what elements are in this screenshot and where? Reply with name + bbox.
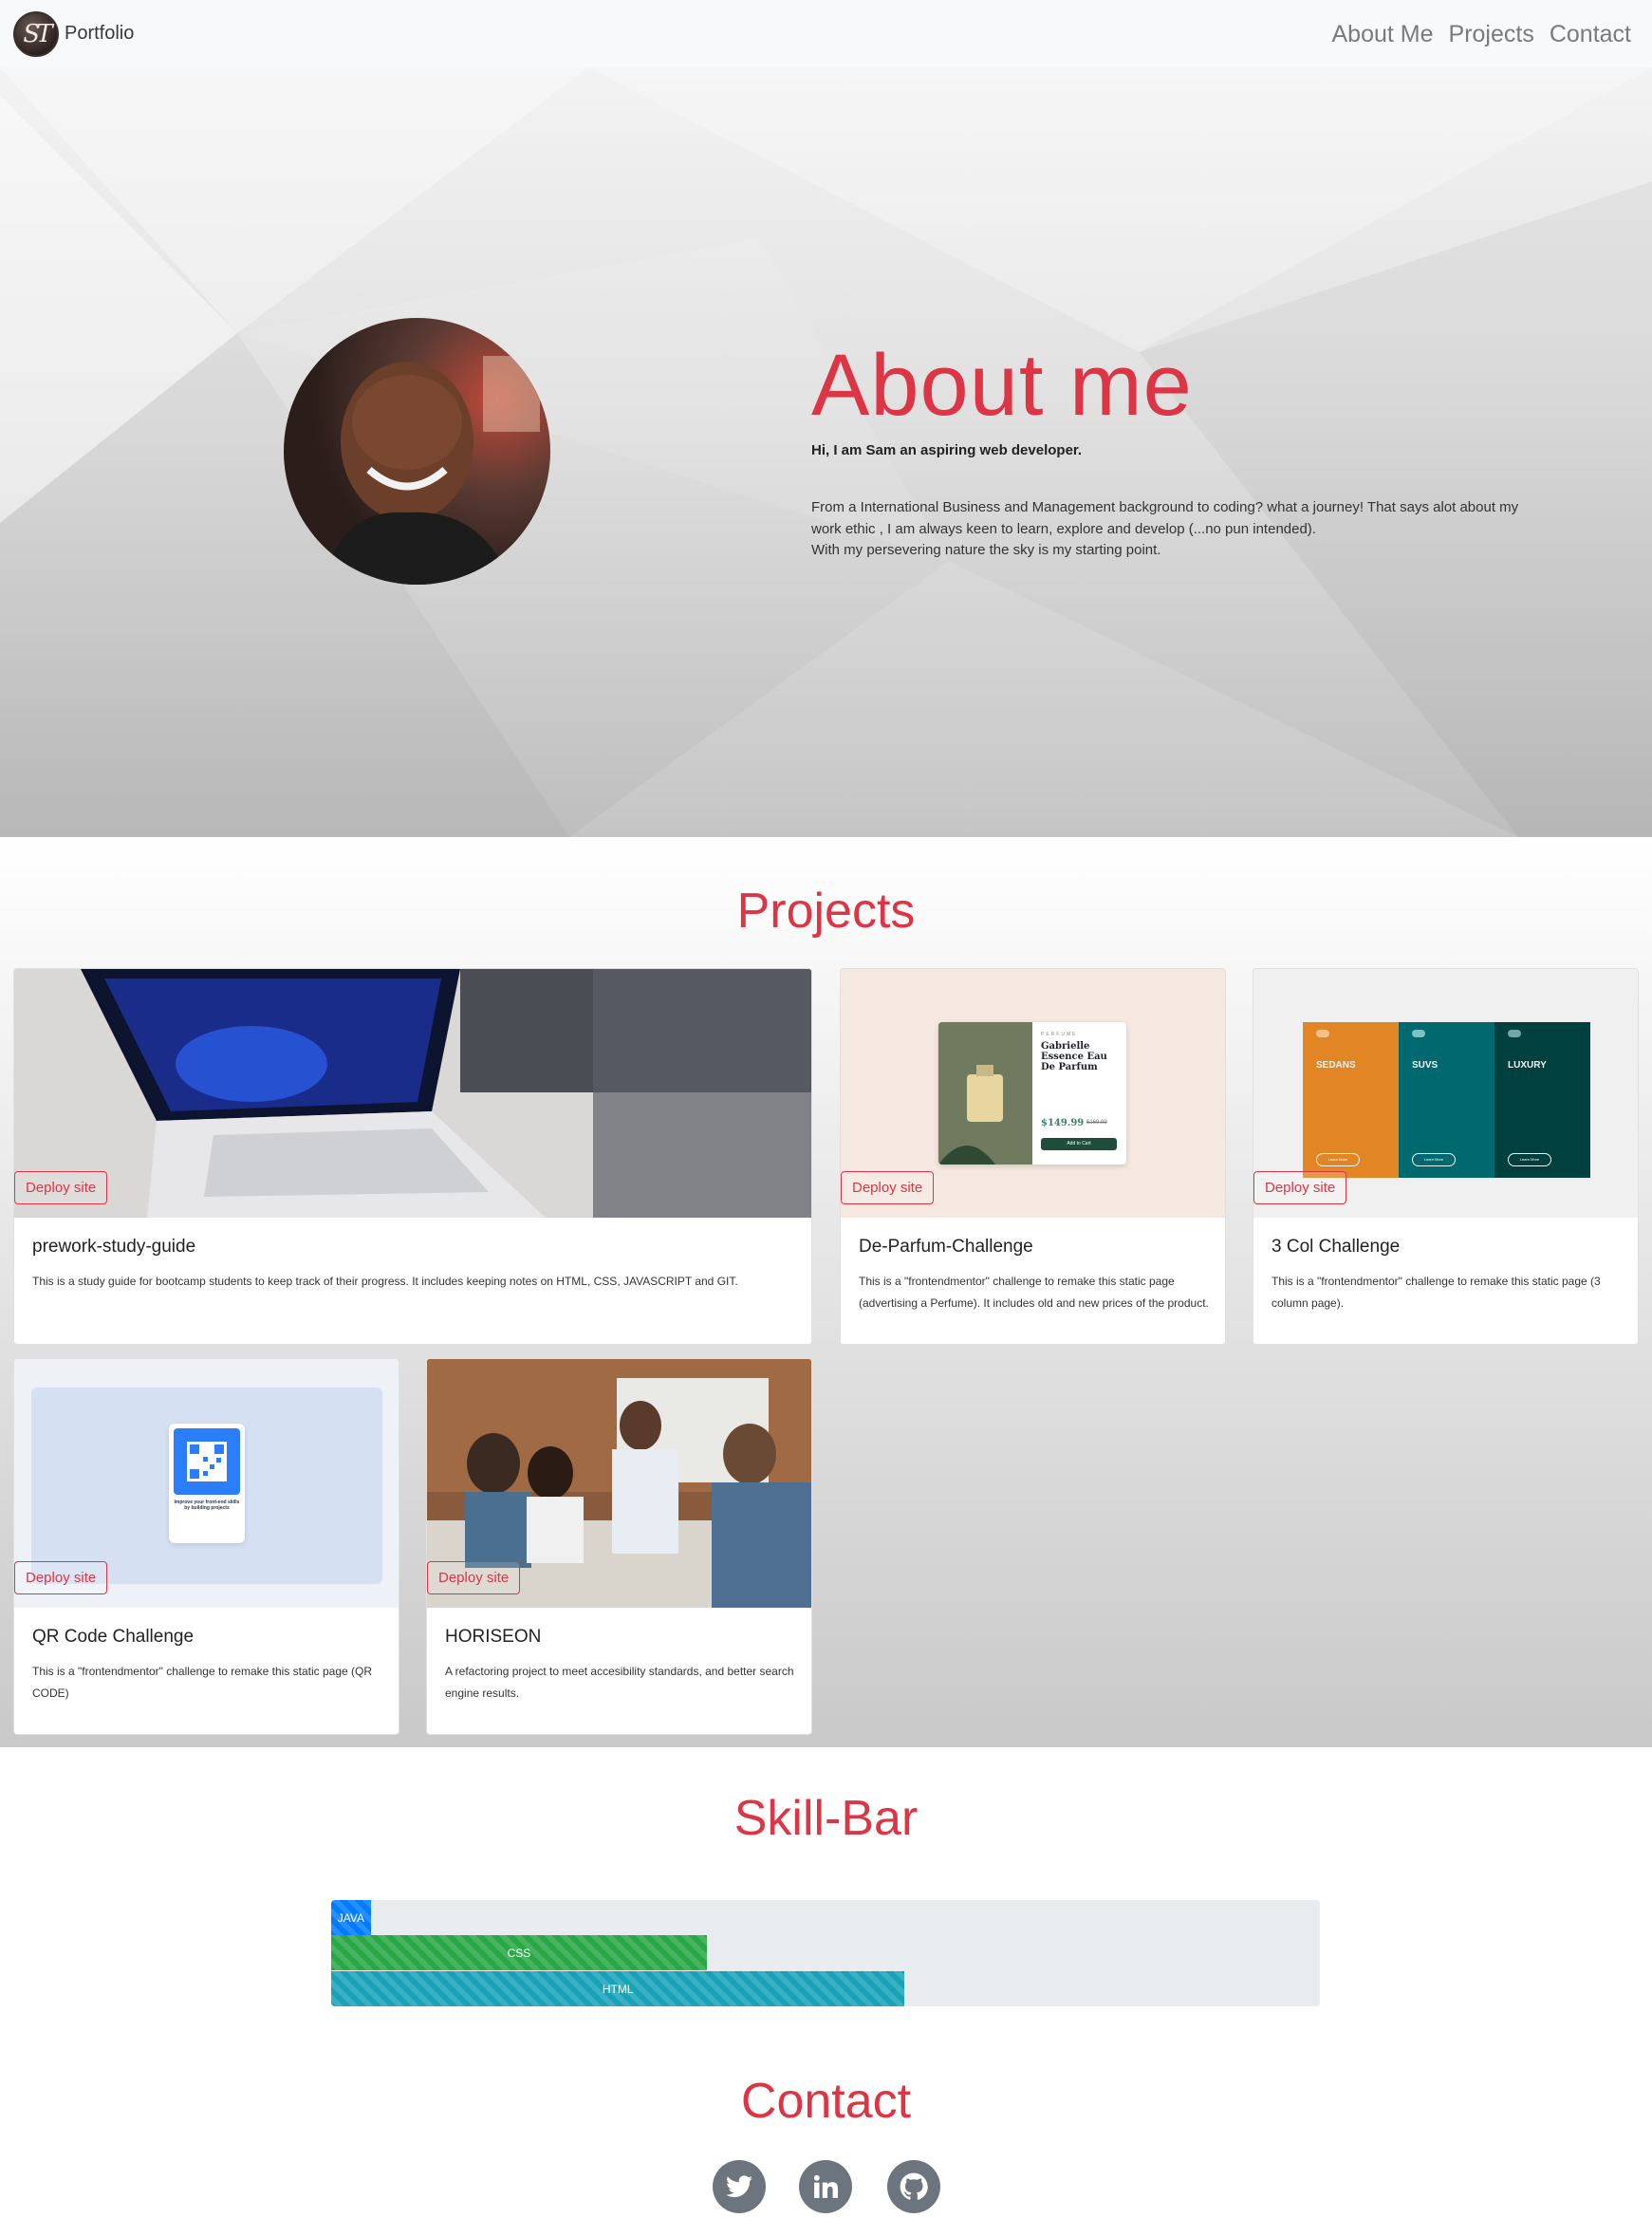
about-subtitle: Hi, I am Sam an aspiring web developer.: [811, 442, 1083, 458]
project-description: This is a "frontendmentor" challenge to …: [1271, 1275, 1601, 1310]
skill-label: CSS: [507, 1946, 531, 1960]
project-description: This is a "frontendmentor" challenge to …: [32, 1665, 373, 1700]
nav-link-projects[interactable]: Projects: [1449, 21, 1534, 48]
column-luxury: LUXURY Learn More: [1494, 1022, 1590, 1178]
qr-code-icon: [174, 1428, 240, 1495]
nav-link-contact[interactable]: Contact: [1550, 21, 1631, 48]
navbar: ST Portfolio About Me Projects Contact: [0, 0, 1652, 67]
github-icon: [900, 2172, 928, 2200]
perfume-card: PERFUME Gabrielle Essence Eau De Parfum …: [938, 1022, 1126, 1165]
github-button[interactable]: [887, 2160, 940, 2213]
projects-section: Projects Deploy site prework-study-guide…: [0, 837, 1652, 1747]
brand-text[interactable]: Portfolio: [65, 23, 134, 45]
car-icon: [1316, 1030, 1329, 1037]
column-suvs: SUVS Learn More: [1399, 1022, 1494, 1178]
project-card-study-guide: Deploy site prework-study-guide This is …: [13, 968, 812, 1345]
project-title: prework-study-guide: [32, 1237, 196, 1257]
perfume-image: [938, 1022, 1032, 1165]
skill-label: JAVA: [337, 1910, 364, 1925]
qr-caption: Improve your front-end skills by buildin…: [174, 1500, 240, 1511]
perfume-kicker: PERFUME: [1041, 1032, 1078, 1037]
deploy-site-button[interactable]: Deploy site: [14, 1561, 108, 1594]
nav-links: About Me Projects Contact: [1332, 21, 1632, 48]
about-body: From a International Business and Manage…: [811, 497, 1532, 562]
project-description: This is a study guide for bootcamp stude…: [32, 1275, 738, 1288]
deploy-site-button[interactable]: Deploy site: [427, 1561, 521, 1594]
about-body-line: With my persevering nature the sky is my…: [811, 542, 1161, 558]
car-icon: [1508, 1030, 1521, 1037]
project-description: This is a "frontendmentor" challenge to …: [859, 1275, 1209, 1310]
about-title: About me: [811, 337, 1193, 434]
brand[interactable]: ST Portfolio: [13, 10, 134, 57]
deploy-site-button[interactable]: Deploy site: [1253, 1171, 1347, 1204]
deploy-site-button[interactable]: Deploy site: [14, 1171, 108, 1204]
project-card-qr-code: Improve your front-end skills by buildin…: [13, 1358, 399, 1735]
perfume-price: $149.99: [1041, 1118, 1085, 1128]
project-title: QR Code Challenge: [32, 1627, 195, 1647]
skill-bar-css: CSS: [331, 1935, 707, 1970]
project-title: HORISEON: [445, 1627, 542, 1647]
add-to-cart-button: Add to Cart: [1041, 1138, 1117, 1150]
project-card-de-parfum: PERFUME Gabrielle Essence Eau De Parfum …: [840, 968, 1226, 1345]
skill-label: HTML: [602, 1982, 634, 1996]
contact-title: Contact: [740, 2074, 912, 2129]
deploy-site-button[interactable]: Deploy site: [841, 1171, 935, 1204]
perfume-old-price: $169.99: [1086, 1120, 1107, 1126]
qr-card: Improve your front-end skills by buildin…: [169, 1424, 245, 1543]
learn-more-button: Learn More: [1508, 1153, 1551, 1166]
project-card-3-col: SEDANS Learn More SUVS Learn More LUXURY…: [1253, 968, 1639, 1345]
linkedin-button[interactable]: [799, 2160, 852, 2213]
about-body-line: From a International Business and Manage…: [811, 499, 1519, 515]
logo[interactable]: ST: [13, 10, 59, 57]
column-label: SEDANS: [1316, 1060, 1356, 1071]
nav-link-about[interactable]: About Me: [1332, 21, 1434, 48]
project-title: 3 Col Challenge: [1271, 1237, 1401, 1257]
learn-more-button: Learn More: [1412, 1153, 1456, 1166]
skill-progress: JAVA CSS HTML: [331, 1900, 1320, 2006]
linkedin-icon: [813, 2174, 838, 2198]
learn-more-button: Learn More: [1316, 1153, 1360, 1166]
about-body-line: work ethic , I am always keen to learn, …: [811, 520, 1316, 537]
project-image-laptop[interactable]: [14, 969, 811, 1218]
twitter-button[interactable]: [713, 2160, 766, 2213]
projects-title: Projects: [736, 884, 916, 939]
perfume-name: Gabrielle Essence Eau De Parfum: [1041, 1041, 1107, 1072]
skills-title: Skill-Bar: [733, 1791, 919, 1846]
about-section: About me Hi, I am Sam an aspiring web de…: [0, 67, 1652, 837]
column-label: SUVS: [1412, 1060, 1439, 1071]
project-description: A refactoring project to meet accesibili…: [445, 1665, 794, 1700]
project-card-horiseon: Deploy site HORISEON A refactoring proje…: [426, 1358, 812, 1735]
project-title: De-Parfum-Challenge: [859, 1237, 1033, 1257]
car-icon: [1412, 1030, 1425, 1037]
column-sedans: SEDANS Learn More: [1303, 1022, 1399, 1178]
twitter-icon: [726, 2175, 752, 2198]
profile-photo: [284, 318, 550, 585]
skill-bar-html: HTML: [331, 1971, 905, 2006]
skill-bar-java: JAVA: [331, 1900, 371, 1935]
column-label: LUXURY: [1508, 1060, 1547, 1071]
